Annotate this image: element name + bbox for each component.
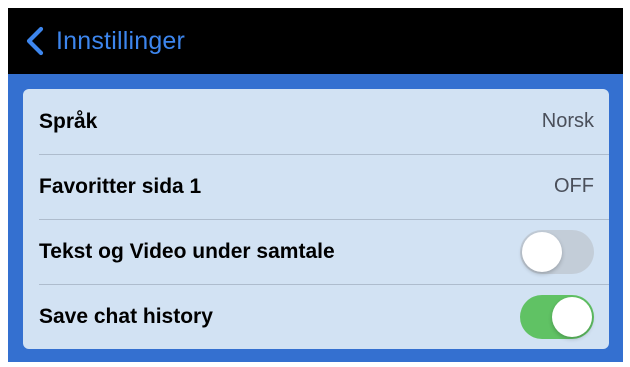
toggle-knob: [552, 296, 592, 337]
back-button-label: Innstillinger: [56, 26, 186, 55]
settings-screen: Innstillinger Språk Norsk Favoritter sid…: [8, 8, 623, 362]
back-button[interactable]: Innstillinger: [8, 8, 185, 74]
chevron-left-icon: [26, 26, 44, 56]
language-label: Språk: [39, 109, 98, 133]
text-video-during-call-toggle[interactable]: [520, 229, 594, 274]
favorites-page-1-value: OFF: [554, 175, 594, 197]
settings-row-text-video-during-call: Tekst og Video under samtale: [23, 219, 609, 284]
text-video-during-call-label: Tekst og Video under samtale: [39, 239, 335, 263]
save-chat-history-toggle[interactable]: [520, 294, 594, 339]
settings-row-language[interactable]: Språk Norsk: [23, 89, 609, 154]
language-value: Norsk: [541, 110, 594, 132]
settings-list: Språk Norsk Favoritter sida 1 OFF Tekst …: [23, 89, 609, 349]
save-chat-history-label: Save chat history: [39, 304, 213, 328]
settings-row-save-chat-history: Save chat history: [23, 284, 609, 349]
favorites-page-1-label: Favoritter sida 1: [39, 174, 202, 198]
navigation-bar: Innstillinger: [8, 8, 623, 74]
toggle-knob: [522, 231, 562, 272]
settings-row-favorites-page-1[interactable]: Favoritter sida 1 OFF: [23, 154, 609, 219]
